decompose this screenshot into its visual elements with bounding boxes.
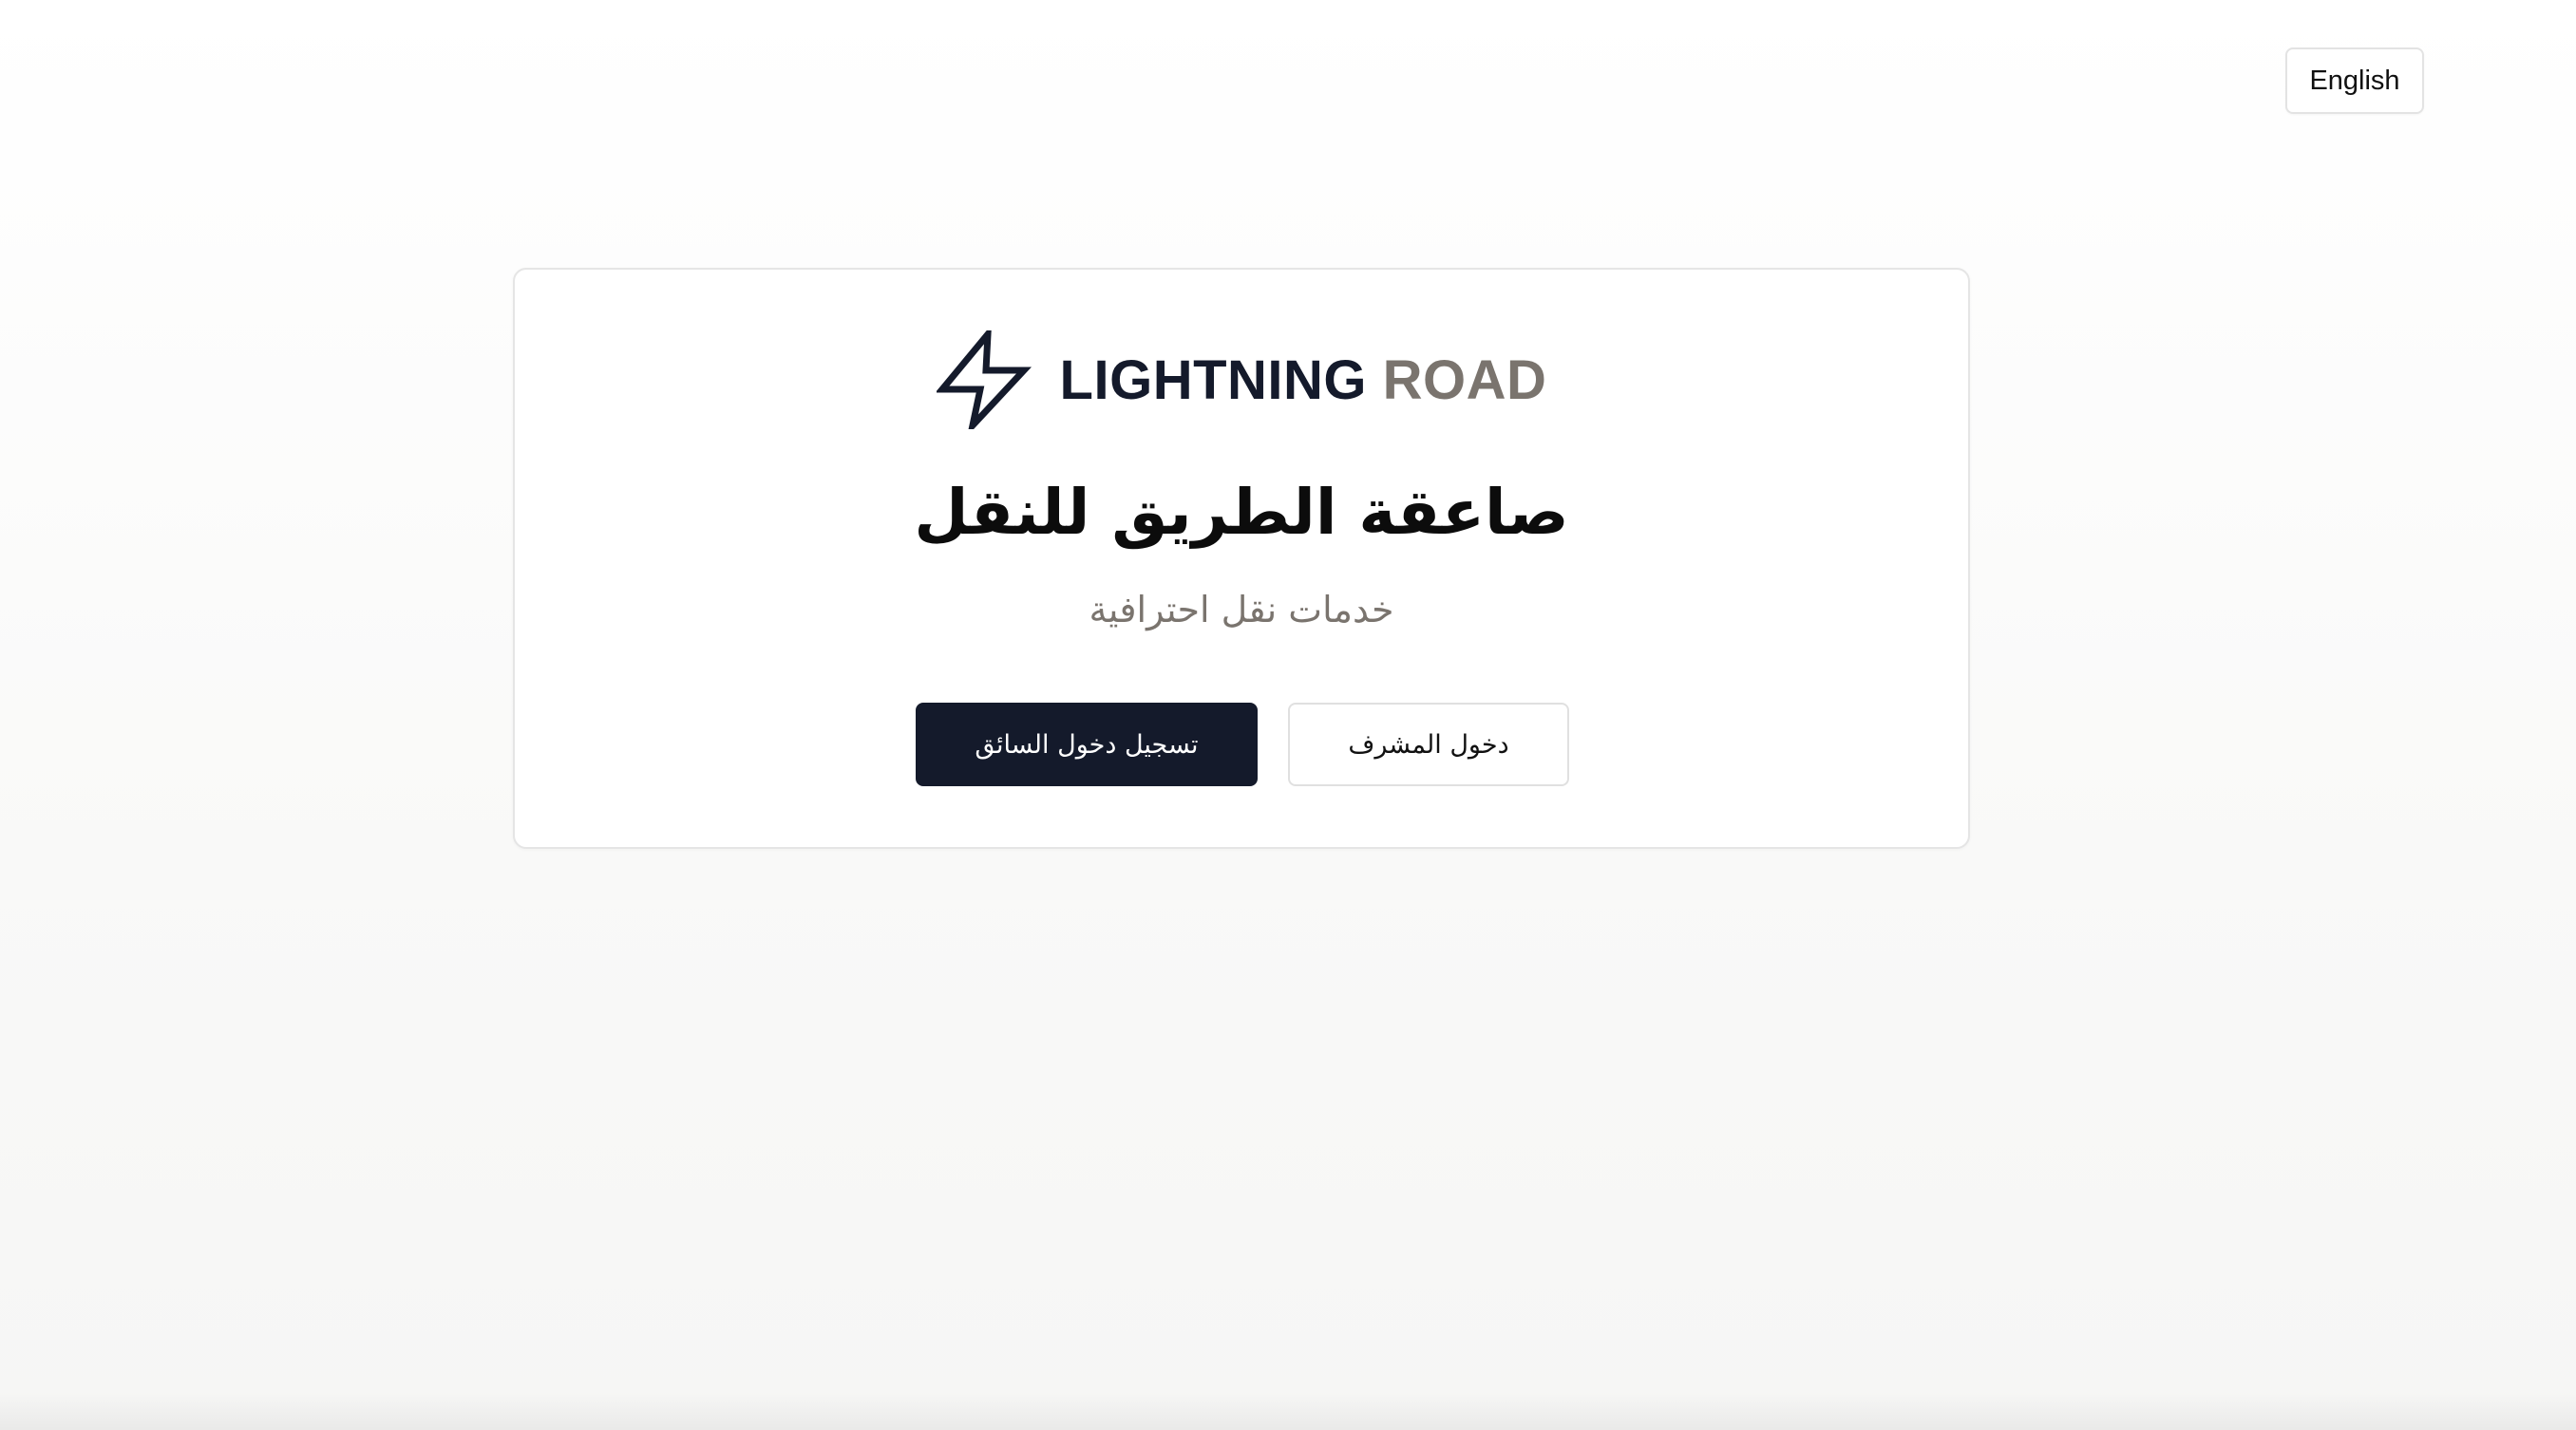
brand-name-part1: LIGHTNING [1059,348,1368,411]
brand-name: LIGHTNING ROAD [1060,348,1547,412]
brand-name-part2: ROAD [1382,348,1547,411]
welcome-card: LIGHTNING ROAD صاعقة الطريق للنقل خدمات … [513,268,1970,849]
page-title: صاعقة الطريق للنقل [914,476,1569,549]
logo: LIGHTNING ROAD [515,330,1968,429]
page-subtitle: خدمات نقل احترافية [1089,589,1394,630]
admin-login-button[interactable]: دخول المشرف [1288,703,1569,786]
lightning-bolt-icon [936,330,1032,429]
bottom-edge-shadow [0,1392,2576,1430]
driver-login-button[interactable]: تسجيل دخول السائق [916,703,1258,786]
language-switch-button[interactable]: English [2285,47,2424,114]
